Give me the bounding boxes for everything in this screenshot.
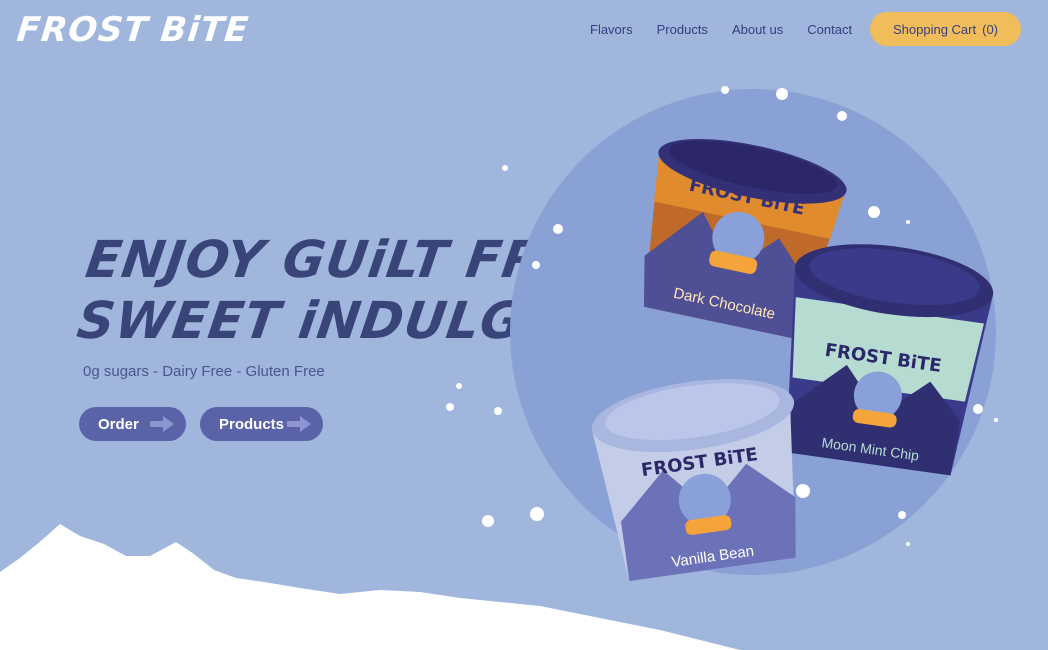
arrow-right-icon	[287, 416, 311, 432]
arrow-right-icon	[150, 416, 174, 432]
products-button[interactable]: Products	[200, 407, 323, 441]
cart-count: (0)	[982, 21, 998, 37]
main-nav: Flavors Products About us Contact	[590, 22, 852, 37]
nav-about-link[interactable]: About us	[732, 22, 783, 37]
snowy-mountains-decoration	[0, 524, 740, 650]
nav-contact-link[interactable]: Contact	[807, 22, 852, 37]
shopping-cart-button[interactable]: Shopping Cart (0)	[870, 12, 1021, 46]
products-button-label: Products	[219, 415, 285, 433]
hero-tagline: 0g sugars - Dairy Free - Gluten Free	[83, 363, 325, 380]
order-button[interactable]: Order	[79, 407, 186, 441]
cart-label: Shopping Cart	[892, 21, 977, 37]
brand-logo[interactable]: FROST BiTE	[15, 10, 251, 50]
order-button-label: Order	[98, 415, 139, 433]
nav-flavors-link[interactable]: Flavors	[590, 22, 633, 37]
nav-products-link[interactable]: Products	[657, 22, 708, 37]
